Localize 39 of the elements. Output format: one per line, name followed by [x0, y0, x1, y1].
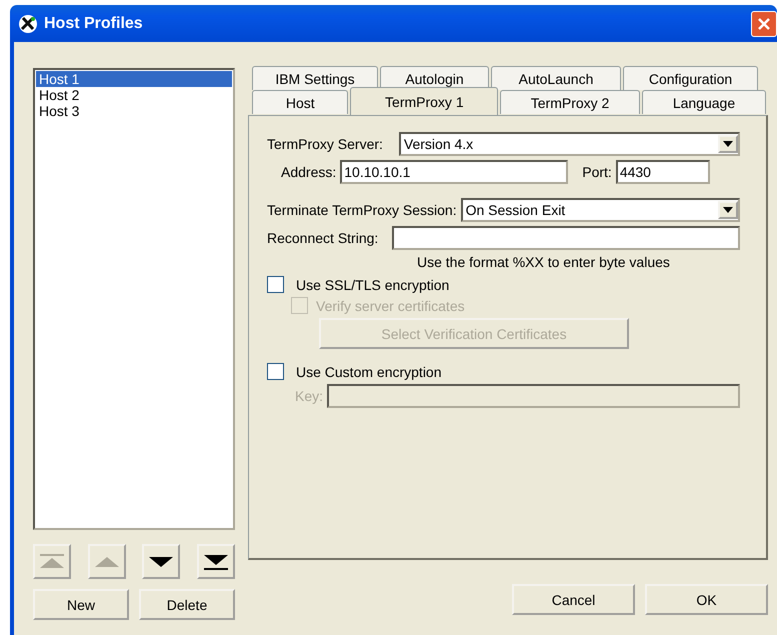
- tools-icon: [18, 14, 38, 34]
- field-label: Terminate TermProxy Session:: [267, 202, 457, 218]
- field-label: Address:: [281, 164, 336, 180]
- dialog-button[interactable]: Cancel: [512, 584, 635, 615]
- dialog-button[interactable]: OK: [645, 584, 768, 615]
- field-label: TermProxy Server:: [267, 136, 383, 152]
- tab[interactable]: Language: [642, 90, 766, 114]
- tab[interactable]: IBM Settings: [252, 66, 378, 90]
- window-title: Host Profiles: [44, 14, 144, 32]
- field-label: Port:: [582, 164, 612, 180]
- host-item[interactable]: Host 1: [36, 71, 232, 87]
- field-label: Reconnect String:: [267, 230, 378, 246]
- checkbox[interactable]: [267, 276, 284, 293]
- dialog-button[interactable]: New: [33, 589, 129, 620]
- checkbox[interactable]: [267, 363, 284, 380]
- server-dropdown[interactable]: Version 4.x: [398, 132, 740, 156]
- dialog-button[interactable]: Delete: [139, 589, 235, 620]
- close-button[interactable]: [751, 10, 777, 36]
- move-bottom-button[interactable]: [196, 544, 235, 579]
- hint-text: Use the format %XX to enter byte values: [417, 254, 671, 270]
- tab[interactable]: AutoLaunch: [491, 66, 621, 90]
- checkbox-label: Use Custom encryption: [296, 364, 442, 380]
- tab[interactable]: Configuration: [623, 66, 758, 90]
- close-icon: [758, 18, 770, 30]
- tab[interactable]: Host: [252, 90, 348, 114]
- tab[interactable]: TermProxy 2: [500, 90, 640, 114]
- port-field[interactable]: 4430: [616, 160, 710, 184]
- field-label: Key:: [295, 388, 324, 404]
- tab[interactable]: TermProxy 1: [350, 87, 498, 115]
- caret-icon: [723, 141, 733, 147]
- checkbox-label: Use SSL/TLS encryption: [296, 276, 450, 292]
- reconnect-field[interactable]: [392, 226, 740, 250]
- host-item[interactable]: Host 2: [36, 87, 232, 103]
- move-down-button[interactable]: [142, 544, 180, 579]
- terminate-dropdown[interactable]: On Session Exit: [460, 198, 740, 222]
- checkbox-label: Verify server certificates: [316, 298, 465, 314]
- address-field[interactable]: 10.10.10.1: [340, 160, 568, 184]
- caret-icon: [723, 207, 733, 213]
- host-item[interactable]: Host 3: [36, 103, 232, 119]
